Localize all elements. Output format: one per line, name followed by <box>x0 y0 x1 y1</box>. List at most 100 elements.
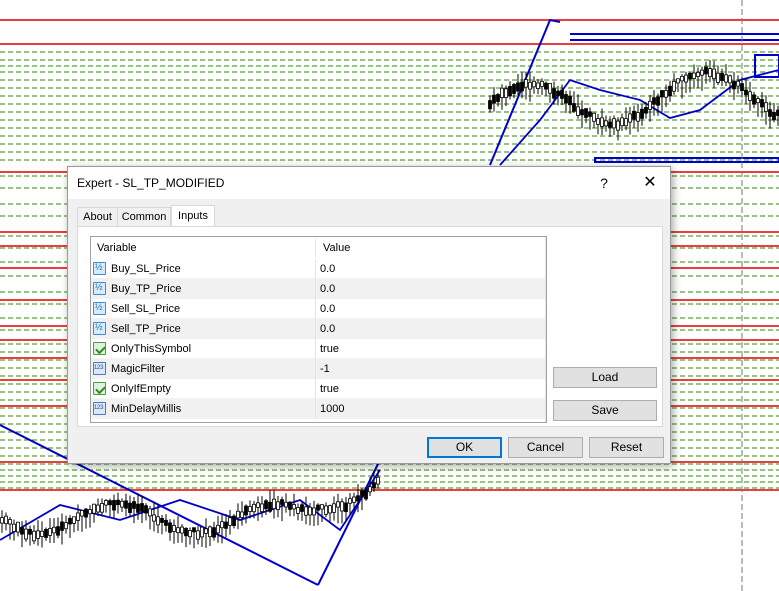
cell-divider <box>315 399 316 419</box>
candle-body <box>140 503 144 512</box>
candle-body <box>332 503 336 513</box>
candle-body <box>720 73 724 81</box>
candle-body <box>196 530 200 540</box>
candle-body <box>168 522 172 533</box>
candle-body <box>724 74 728 83</box>
candle-body <box>152 514 156 522</box>
candle-body <box>244 505 248 516</box>
variable-value[interactable]: 1000 <box>320 403 344 415</box>
close-button[interactable]: ✕ <box>638 172 662 194</box>
candle-body <box>4 515 8 525</box>
tab-inputs[interactable]: Inputs <box>171 205 215 227</box>
candle-body <box>164 519 168 526</box>
candle-body <box>676 78 680 84</box>
candle-body <box>564 94 568 104</box>
candle-body <box>680 75 684 82</box>
int-type-icon <box>93 402 106 415</box>
dialog-title: Expert - SL_TP_MODIFIED <box>77 176 225 190</box>
cell-divider <box>315 259 316 279</box>
table-row[interactable]: MinDelayMillis 1000 <box>91 399 545 419</box>
candle-body <box>16 521 20 533</box>
reset-button[interactable]: Reset <box>589 437 664 458</box>
candle-body <box>688 72 692 80</box>
ok-button[interactable]: OK <box>427 437 502 458</box>
table-row[interactable]: Sell_SL_Price 0.0 <box>91 299 545 319</box>
help-button[interactable]: ? <box>592 172 616 194</box>
int-type-icon <box>93 362 106 375</box>
candle-body <box>192 527 196 533</box>
variable-value[interactable]: 0.0 <box>320 283 335 295</box>
table-row[interactable]: Buy_SL_Price 0.0 <box>91 259 545 279</box>
candle-body <box>172 525 176 532</box>
candle-body <box>740 83 744 91</box>
candle-body <box>148 508 152 517</box>
candle-body <box>684 74 688 83</box>
variable-value[interactable]: 0.0 <box>320 263 335 275</box>
candle-body <box>540 80 544 87</box>
variable-name: Buy_SL_Price <box>111 263 181 275</box>
candle-body <box>544 82 548 90</box>
candle-body <box>204 528 208 534</box>
candle-body <box>704 66 708 75</box>
candle-body <box>568 95 572 106</box>
candle-body <box>736 80 740 87</box>
table-row[interactable]: OnlyIfEmpty true <box>91 379 545 399</box>
candle-body <box>712 68 716 79</box>
candle-body <box>532 80 536 88</box>
candle-body <box>188 530 192 538</box>
tab-common[interactable]: Common <box>117 207 171 226</box>
candle-body <box>216 524 220 534</box>
candle-body <box>264 500 268 510</box>
candle-body <box>292 504 296 510</box>
variable-value[interactable]: 0.0 <box>320 323 335 335</box>
table-row[interactable]: MagicFilter -1 <box>91 359 545 379</box>
candle-body <box>340 501 344 512</box>
load-button[interactable]: Load <box>553 367 657 388</box>
variable-value[interactable]: -1 <box>320 363 330 375</box>
table-row[interactable]: Sell_TP_Price 0.0 <box>91 319 545 339</box>
candle-body <box>336 501 340 508</box>
candle-body <box>208 526 212 538</box>
candle-body <box>236 510 240 519</box>
variable-value[interactable]: true <box>320 383 339 395</box>
cell-divider <box>315 299 316 319</box>
candle-body <box>12 523 16 532</box>
candle-body <box>608 121 612 128</box>
candle-body <box>504 88 508 98</box>
candle-body <box>104 500 108 506</box>
inputs-grid[interactable]: Variable Value Buy_SL_Price0.0Buy_TP_Pri… <box>90 236 547 423</box>
candle-body <box>536 82 540 89</box>
candle-body <box>184 528 188 537</box>
cancel-button[interactable]: Cancel <box>508 437 583 458</box>
candle-body <box>516 82 520 92</box>
variable-value[interactable]: true <box>320 343 339 355</box>
variable-name: Buy_TP_Price <box>111 283 182 295</box>
variable-value[interactable]: 0.0 <box>320 303 335 315</box>
candle-body <box>84 508 88 518</box>
candle-body <box>240 511 244 518</box>
candle-body <box>120 500 124 508</box>
candle-body <box>64 522 68 530</box>
candle-body <box>92 503 96 514</box>
tab-about[interactable]: About <box>77 207 118 226</box>
candle-body <box>644 106 648 114</box>
candle-body <box>660 90 664 98</box>
candle-body <box>636 112 640 122</box>
table-row[interactable]: OnlyThisSymbol true <box>91 339 545 359</box>
candle-body <box>620 117 624 127</box>
candle-body <box>256 502 260 508</box>
candle-body <box>316 504 320 511</box>
cell-divider <box>315 359 316 379</box>
candle-body <box>268 501 272 512</box>
candle-body <box>768 109 772 117</box>
candle-body <box>348 498 352 504</box>
column-header-value[interactable]: Value <box>323 242 350 254</box>
variable-name: OnlyThisSymbol <box>111 343 192 355</box>
table-row[interactable]: Buy_TP_Price 0.0 <box>91 279 545 299</box>
candle-body <box>56 526 60 536</box>
column-header-variable[interactable]: Variable <box>97 242 137 254</box>
candle-body <box>700 69 704 76</box>
candle-body <box>344 502 348 513</box>
candle-body <box>632 110 636 120</box>
save-button[interactable]: Save <box>553 400 657 421</box>
